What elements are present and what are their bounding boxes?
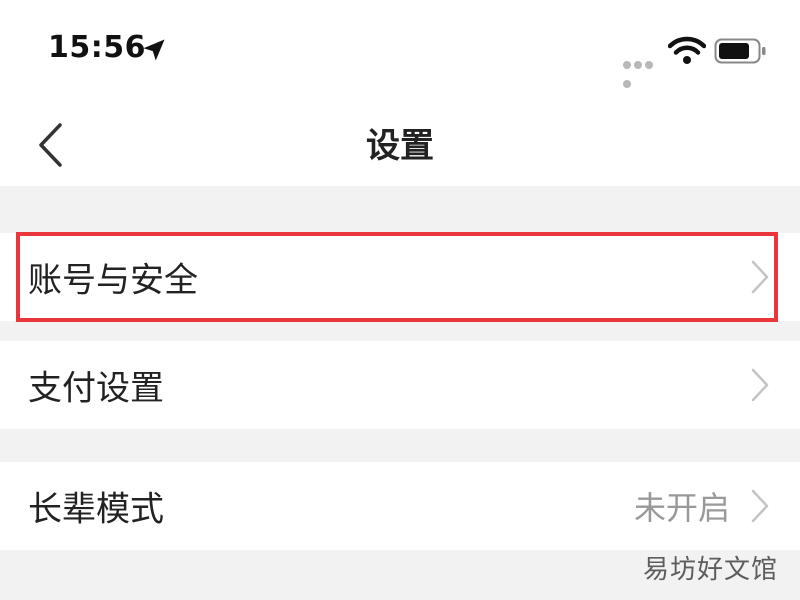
page-title: 设置	[366, 126, 434, 166]
navigation-bar: 设置	[0, 100, 800, 186]
location-arrow-icon	[143, 39, 165, 61]
settings-item-account-security[interactable]: 账号与安全	[0, 233, 800, 321]
settings-item-label: 长辈模式	[28, 489, 164, 530]
settings-item-label: 支付设置	[28, 368, 164, 409]
settings-item-value: 未开启	[633, 489, 730, 527]
status-time: 15:56	[48, 30, 146, 65]
watermark: 易坊好文馆	[642, 555, 778, 585]
settings-item-label: 账号与安全	[28, 260, 198, 301]
wifi-icon	[668, 36, 706, 64]
cellular-signal-icon	[623, 54, 665, 88]
chevron-right-icon	[751, 489, 769, 523]
battery-icon	[714, 38, 766, 64]
chevron-right-icon	[751, 368, 769, 402]
settings-item-elder-mode[interactable]: 长辈模式 未开启	[0, 462, 800, 550]
settings-item-payment[interactable]: 支付设置	[0, 341, 800, 429]
status-bar: 15:56	[0, 0, 800, 100]
chevron-right-icon	[751, 260, 769, 294]
